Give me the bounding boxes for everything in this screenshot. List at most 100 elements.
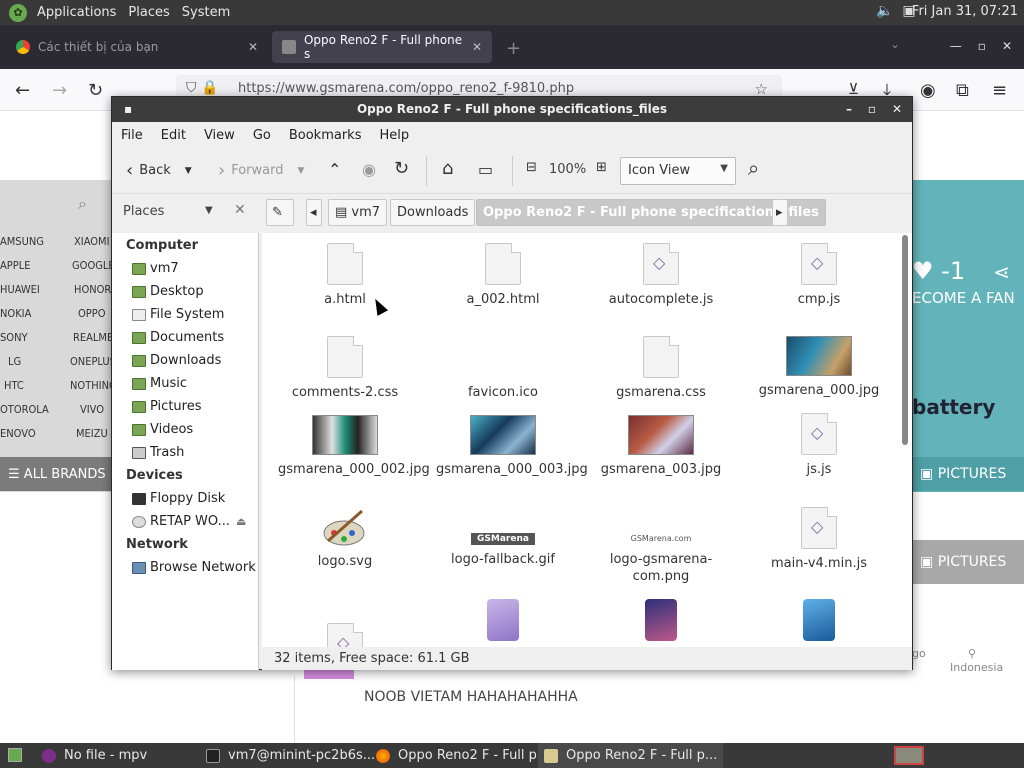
pictures-button-secondary[interactable]: ▣ PICTURES — [912, 540, 1024, 584]
computer-icon[interactable]: ▭ — [478, 160, 493, 179]
phone-finder-icon[interactable]: ⌕ — [78, 194, 87, 214]
view-mode-select[interactable]: Icon View ▼ — [620, 157, 736, 185]
file-item[interactable]: gsmarena_003.jpg — [594, 415, 728, 478]
menu-hamburger-icon[interactable]: ≡ — [992, 80, 1007, 101]
extensions-icon[interactable]: ⧉ — [956, 80, 969, 101]
gnome-foot-icon[interactable]: ✿ — [9, 3, 27, 22]
sidebar-item-pictures[interactable]: Pictures — [132, 399, 201, 414]
zoom-in-icon[interactable]: ⊞ — [596, 160, 607, 175]
brand-link[interactable]: VIVO — [80, 403, 104, 416]
file-item[interactable]: comments-2.css — [278, 336, 412, 401]
chevron-right-icon[interactable]: ▸ — [772, 199, 788, 226]
file-item[interactable]: a.html — [278, 243, 412, 308]
menu-applications[interactable]: Applications — [31, 5, 122, 20]
fan-count[interactable]: ♥ -1 — [912, 257, 965, 285]
menu-go[interactable]: Go — [244, 128, 280, 143]
stop-icon[interactable]: ◉ — [362, 160, 376, 179]
brand-link[interactable]: ONEPLUS — [70, 355, 116, 368]
file-item[interactable] — [752, 599, 886, 647]
sidebar-item-trash[interactable]: Trash — [132, 445, 184, 460]
brand-link[interactable]: AMSUNG — [0, 235, 44, 248]
breadcrumb-vm7[interactable]: ▤ vm7 — [328, 199, 388, 226]
file-item[interactable] — [594, 599, 728, 647]
file-item[interactable]: GSMarena logo-fallback.gif — [436, 507, 570, 568]
file-item[interactable] — [278, 623, 412, 647]
close-sidebar-icon[interactable]: ✕ — [234, 202, 246, 218]
breadcrumb-downloads[interactable]: Downloads — [390, 199, 476, 226]
brand-link[interactable]: ENOVO — [0, 427, 36, 440]
sidebar-item-downloads[interactable]: Downloads — [132, 353, 221, 368]
window-titlebar[interactable]: ▪ Oppo Reno2 F - Full phone specificatio… — [112, 97, 912, 122]
close-icon[interactable]: ✕ — [1002, 39, 1012, 53]
sidebar-item-filesystem[interactable]: File System — [132, 307, 224, 322]
sidebar-item-documents[interactable]: Documents — [132, 330, 224, 345]
clock[interactable]: Fri Jan 31, 07:21 — [912, 4, 1018, 19]
brand-link[interactable]: HTC — [4, 379, 24, 392]
maximize-icon[interactable]: ▫ — [868, 97, 876, 122]
all-brands-button[interactable]: ☰ ALL BRANDS — [0, 457, 112, 491]
file-item[interactable] — [436, 599, 570, 647]
chevron-down-icon[interactable]: ▼ — [185, 166, 192, 176]
menu-system[interactable]: System — [176, 5, 236, 20]
chevron-down-icon[interactable]: ▼ — [297, 166, 304, 176]
sidebar-item-music[interactable]: Music — [132, 376, 187, 391]
minimize-icon[interactable]: — — [950, 39, 962, 53]
file-item[interactable]: a_002.html — [436, 243, 570, 308]
edit-location-icon[interactable]: ✎ — [266, 199, 294, 226]
menu-places[interactable]: Places — [122, 5, 175, 20]
close-icon[interactable]: ✕ — [248, 40, 258, 54]
chevron-left-icon[interactable]: ◂ — [306, 199, 322, 226]
new-tab-icon[interactable]: + — [506, 38, 521, 59]
brand-link[interactable]: LG — [8, 355, 21, 368]
file-item[interactable]: main-v4.min.js — [752, 507, 886, 572]
brand-link[interactable]: GOOGLE — [72, 259, 115, 272]
tab-list-icon[interactable]: ⌄ — [890, 37, 900, 51]
tab-inactive[interactable]: Các thiết bị của bạn ✕ — [6, 31, 268, 63]
search-icon[interactable]: ⌕ — [748, 156, 759, 180]
file-item[interactable]: cmp.js — [752, 243, 886, 308]
menu-view[interactable]: View — [195, 128, 244, 143]
menu-bookmarks[interactable]: Bookmarks — [280, 128, 371, 143]
brand-link[interactable]: REALME — [73, 331, 113, 344]
file-item[interactable]: favicon.ico — [436, 336, 570, 401]
brand-link[interactable]: OPPO — [78, 307, 106, 320]
zoom-out-icon[interactable]: ⊟ — [526, 160, 537, 175]
file-item[interactable]: GSMarena.com logo-gsmarena-com.png — [594, 507, 728, 585]
close-icon[interactable]: ✕ — [472, 40, 482, 54]
brand-link[interactable]: APPLE — [0, 259, 30, 272]
menu-edit[interactable]: Edit — [152, 128, 195, 143]
brand-link[interactable]: XIAOMI — [74, 235, 110, 248]
scrollbar[interactable] — [902, 235, 908, 445]
file-item[interactable]: gsmarena_000_002.jpg — [278, 415, 430, 478]
forward-icon[interactable]: → — [52, 80, 67, 101]
sidebar-item-desktop[interactable]: Desktop — [132, 284, 204, 299]
minimize-icon[interactable]: – — [846, 97, 852, 122]
window-menu-icon[interactable]: ▪ — [124, 97, 132, 122]
brand-link[interactable]: HUAWEI — [0, 283, 40, 296]
home-icon[interactable]: ⌂ — [442, 158, 453, 179]
reload-icon[interactable]: ↻ — [88, 80, 103, 101]
volume-icon[interactable]: 🔈 — [876, 3, 894, 21]
back-button[interactable]: ‹ Back ▼ — [126, 160, 192, 181]
brand-link[interactable]: MEIZU — [76, 427, 108, 440]
sidebar-item-browse-network[interactable]: Browse Network — [132, 560, 256, 575]
tab-active[interactable]: Oppo Reno2 F - Full phone s ✕ — [272, 31, 492, 63]
brand-link[interactable]: NOKIA — [0, 307, 31, 320]
share-icon[interactable]: ⋖ — [993, 260, 1010, 284]
workspace-switcher[interactable] — [894, 746, 924, 765]
taskbar-item-terminal[interactable]: vm7@minint-pc2b6s... — [200, 743, 381, 768]
taskbar-item-file-manager[interactable]: Oppo Reno2 F - Full p... — [538, 743, 724, 768]
account-icon[interactable]: ◉ — [920, 80, 936, 101]
file-item[interactable]: logo.svg — [278, 507, 412, 570]
sidebar-item-floppy[interactable]: Floppy Disk — [132, 491, 225, 506]
menu-help[interactable]: Help — [370, 128, 418, 143]
file-item[interactable]: gsmarena_000.jpg — [752, 336, 886, 399]
sidebar-item-retap[interactable]: RETAP WO... — [132, 514, 230, 529]
up-icon[interactable]: ⌃ — [328, 160, 341, 179]
file-item[interactable]: gsmarena_000_003.jpg — [436, 415, 588, 478]
brand-link[interactable]: OTOROLA — [0, 403, 49, 416]
close-icon[interactable]: ✕ — [892, 97, 902, 122]
sidebar-mode-select[interactable]: Places ▼ — [123, 204, 213, 219]
brand-link[interactable]: NOTHING — [70, 379, 117, 392]
forward-button[interactable]: › Forward ▼ — [218, 160, 304, 181]
